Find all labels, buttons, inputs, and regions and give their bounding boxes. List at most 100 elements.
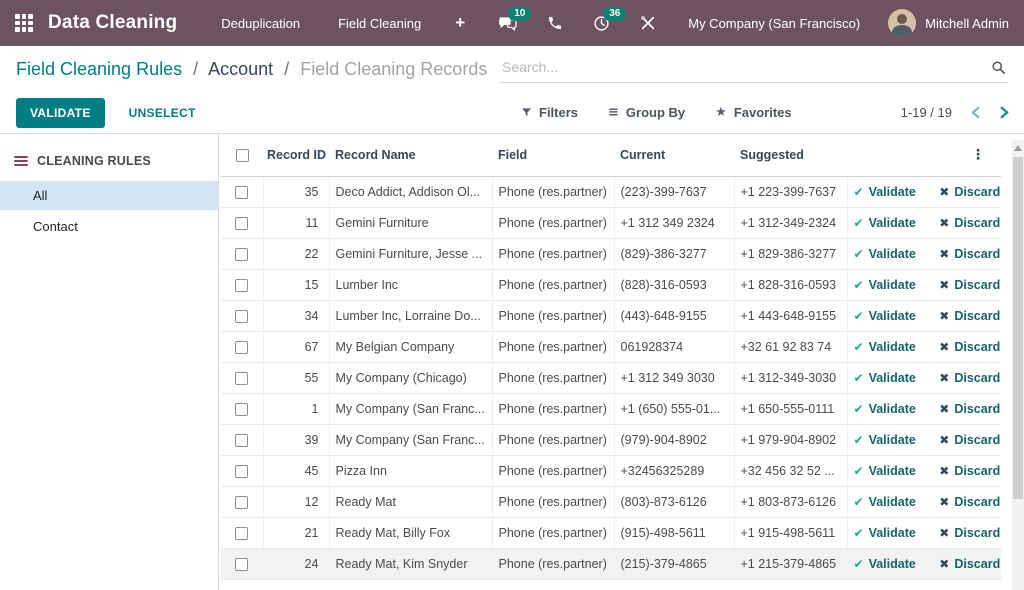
discard-button[interactable]: ✖Discard <box>939 216 1000 230</box>
row-checkbox[interactable] <box>235 527 248 540</box>
table-row[interactable]: 12 Ready Mat Phone (res.partner) (803)-8… <box>221 486 1001 517</box>
tools-button[interactable] <box>640 15 656 31</box>
record-name-cell: Gemini Furniture, Jesse ... <box>329 238 492 269</box>
breadcrumb-parent-link[interactable]: Account <box>208 59 273 79</box>
field-cell: Phone (res.partner) <box>492 269 614 300</box>
group-by-icon: ≡ <box>608 105 619 120</box>
table-row[interactable]: 55 My Company (Chicago) Phone (res.partn… <box>221 362 1001 393</box>
search-icon[interactable] <box>991 60 1006 75</box>
row-checkbox[interactable] <box>235 186 248 199</box>
user-avatar[interactable] <box>888 9 916 37</box>
menu-deduplication[interactable]: Deduplication <box>221 16 300 31</box>
filters-button[interactable]: Filters <box>521 105 578 120</box>
row-checkbox[interactable] <box>235 434 248 447</box>
validate-button[interactable]: ✔Validate <box>854 185 916 199</box>
suggested-cell: +1 979-904-8902 <box>734 424 847 455</box>
table-row[interactable]: 34 Lumber Inc, Lorraine Do... Phone (res… <box>221 300 1001 331</box>
activities-button[interactable]: 36 <box>593 15 610 32</box>
star-icon: ★ <box>715 105 727 120</box>
column-header-current[interactable]: Current <box>614 134 734 176</box>
validate-button[interactable]: ✔Validate <box>854 309 916 323</box>
validate-button[interactable]: ✔Validate <box>854 340 916 354</box>
company-switcher[interactable]: My Company (San Francisco) <box>688 16 860 31</box>
validate-button[interactable]: ✔Validate <box>854 495 916 509</box>
discard-button[interactable]: ✖Discard <box>939 557 1000 571</box>
table-row[interactable]: 15 Lumber Inc Phone (res.partner) (828)-… <box>221 269 1001 300</box>
column-header-record-id[interactable]: Record ID <box>263 134 329 176</box>
discard-button[interactable]: ✖Discard <box>939 464 1000 478</box>
validate-button[interactable]: ✔Validate <box>854 247 916 261</box>
table-row[interactable]: 35 Deco Addict, Addison Ol... Phone (res… <box>221 176 1001 207</box>
discard-button[interactable]: ✖Discard <box>939 309 1000 323</box>
vertical-scrollbar[interactable] <box>1012 140 1024 590</box>
breadcrumb-root-link[interactable]: Field Cleaning Rules <box>16 59 182 79</box>
table-row[interactable]: 21 Ready Mat, Billy Fox Phone (res.partn… <box>221 517 1001 548</box>
menu-field-cleaning[interactable]: Field Cleaning <box>338 16 421 31</box>
discard-button[interactable]: ✖Discard <box>939 495 1000 509</box>
validate-button[interactable]: ✔Validate <box>854 216 916 230</box>
table-row[interactable]: 22 Gemini Furniture, Jesse ... Phone (re… <box>221 238 1001 269</box>
column-header-record-name[interactable]: Record Name <box>329 134 492 176</box>
row-checkbox[interactable] <box>235 403 248 416</box>
select-all-checkbox[interactable] <box>236 149 249 162</box>
table-row[interactable]: 11 Gemini Furniture Phone (res.partner) … <box>221 207 1001 238</box>
table-row[interactable]: 45 Pizza Inn Phone (res.partner) +324563… <box>221 455 1001 486</box>
unselect-button[interactable]: UNSELECT <box>119 98 206 128</box>
validate-button[interactable]: ✔Validate <box>854 557 916 571</box>
discard-button[interactable]: ✖Discard <box>939 247 1000 261</box>
validate-button[interactable]: ✔Validate <box>854 464 916 478</box>
row-checkbox[interactable] <box>235 248 248 261</box>
phone-button[interactable] <box>547 15 563 31</box>
row-checkbox[interactable] <box>235 465 248 478</box>
sidebar-item-contact[interactable]: Contact <box>0 212 218 241</box>
record-name-cell: Ready Mat <box>329 486 492 517</box>
row-checkbox[interactable] <box>235 372 248 385</box>
apps-menu-icon[interactable] <box>15 14 33 32</box>
discard-button[interactable]: ✖Discard <box>939 371 1000 385</box>
group-by-button[interactable]: ≡ Group By <box>608 105 685 120</box>
scroll-up-arrow-icon[interactable] <box>1014 145 1022 151</box>
row-checkbox[interactable] <box>235 310 248 323</box>
current-cell: +1 312 349 3030 <box>614 362 734 393</box>
optional-columns-icon[interactable]: ⋮ <box>971 147 985 163</box>
current-cell: (215)-379-4865 <box>614 548 734 579</box>
table-row[interactable]: 39 My Company (San Franc... Phone (res.p… <box>221 424 1001 455</box>
pager-next-button[interactable] <box>999 106 1010 119</box>
validate-all-button[interactable]: VALIDATE <box>16 98 105 128</box>
messages-button[interactable]: 10 <box>498 15 517 32</box>
add-menu-button[interactable]: + <box>455 13 465 33</box>
table-row[interactable]: 67 My Belgian Company Phone (res.partner… <box>221 331 1001 362</box>
row-checkbox[interactable] <box>235 217 248 230</box>
discard-button[interactable]: ✖Discard <box>939 185 1000 199</box>
row-checkbox-cell <box>221 455 263 486</box>
scrollbar-thumb[interactable] <box>1013 157 1023 499</box>
search-input[interactable] <box>502 59 991 75</box>
validate-button[interactable]: ✔Validate <box>854 371 916 385</box>
app-title[interactable]: Data Cleaning <box>48 12 177 34</box>
column-header-field[interactable]: Field <box>492 134 614 176</box>
validate-button[interactable]: ✔Validate <box>854 402 916 416</box>
pager-previous-button[interactable] <box>970 106 981 119</box>
discard-button[interactable]: ✖Discard <box>939 278 1000 292</box>
validate-link-label: Validate <box>869 433 916 447</box>
validate-button[interactable]: ✔Validate <box>854 433 916 447</box>
row-checkbox[interactable] <box>235 496 248 509</box>
discard-button[interactable]: ✖Discard <box>939 402 1000 416</box>
discard-button[interactable]: ✖Discard <box>939 526 1000 540</box>
row-checkbox[interactable] <box>235 279 248 292</box>
current-cell: +1 (650) 555-01... <box>614 393 734 424</box>
user-menu[interactable]: Mitchell Admin <box>925 16 1009 31</box>
row-checkbox[interactable] <box>235 558 248 571</box>
favorites-button[interactable]: ★ Favorites <box>715 105 791 120</box>
table-row[interactable]: 24 Ready Mat, Kim Snyder Phone (res.part… <box>221 548 1001 579</box>
validate-button[interactable]: ✔Validate <box>854 526 916 540</box>
row-checkbox[interactable] <box>235 341 248 354</box>
chevron-right-icon <box>999 106 1010 119</box>
column-header-suggested[interactable]: Suggested <box>734 134 847 176</box>
table-row[interactable]: 1 My Company (San Franc... Phone (res.pa… <box>221 393 1001 424</box>
discard-button[interactable]: ✖Discard <box>939 340 1000 354</box>
discard-button[interactable]: ✖Discard <box>939 433 1000 447</box>
validate-button[interactable]: ✔Validate <box>854 278 916 292</box>
sidebar-item-all[interactable]: All <box>0 181 218 210</box>
record-id-cell: 21 <box>263 517 329 548</box>
